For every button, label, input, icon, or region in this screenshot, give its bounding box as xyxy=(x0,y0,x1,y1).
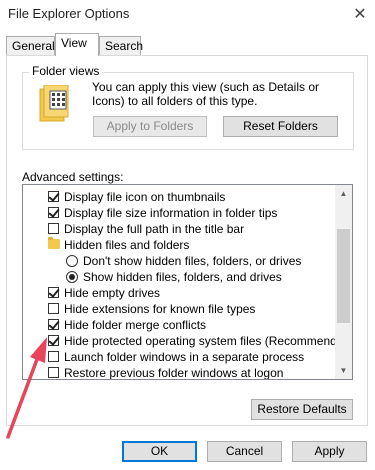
tab-general[interactable]: General xyxy=(6,36,55,55)
tab-view[interactable]: View xyxy=(55,33,99,56)
scroll-up-icon[interactable]: ▲ xyxy=(335,185,352,202)
advanced-settings-list[interactable]: Display file icon on thumbnails Display … xyxy=(22,184,353,380)
apply-button[interactable]: Apply xyxy=(292,441,367,462)
title-bar: File Explorer Options ✕ xyxy=(0,0,375,30)
reset-folders-button[interactable]: Reset Folders xyxy=(223,116,338,137)
checkbox-checked[interactable] xyxy=(48,207,59,218)
folder-views-legend: Folder views xyxy=(29,64,103,78)
radio-selected[interactable] xyxy=(66,271,78,283)
checkbox-checked[interactable] xyxy=(48,191,59,202)
checkbox-unchecked[interactable] xyxy=(48,303,59,314)
list-item-label: Hide protected operating system files (R… xyxy=(64,334,353,348)
checkbox-checked[interactable] xyxy=(48,319,59,330)
ok-button[interactable]: OK xyxy=(122,441,197,462)
scroll-down-icon[interactable]: ▼ xyxy=(335,362,352,379)
checkbox-checked[interactable] xyxy=(48,335,59,346)
apply-to-folders-button[interactable]: Apply to Folders xyxy=(93,116,207,137)
checkbox-checked[interactable] xyxy=(48,287,59,298)
list-item-label: Display the full path in the title bar xyxy=(64,222,245,236)
folder-views-description: You can apply this view (such as Details… xyxy=(92,80,320,108)
folder-icon xyxy=(48,237,60,249)
list-item-label: Launch folder windows in a separate proc… xyxy=(64,350,305,364)
checkbox-unchecked[interactable] xyxy=(48,351,59,362)
advanced-settings-label: Advanced settings: xyxy=(22,170,124,184)
list-item-label: Restore previous folder windows at logon xyxy=(64,366,284,380)
folder-views-icon xyxy=(39,85,69,122)
scroll-thumb[interactable] xyxy=(337,229,350,323)
list-item-label: Display file icon on thumbnails xyxy=(64,190,226,204)
list-item-label: Hidden files and folders xyxy=(64,238,190,252)
list-item-label: Hide empty drives xyxy=(64,286,161,300)
radio-unselected[interactable] xyxy=(66,255,78,267)
list-item-label: Hide extensions for known file types xyxy=(64,302,256,316)
list-item-label: Hide folder merge conflicts xyxy=(64,318,207,332)
checkbox-unchecked[interactable] xyxy=(48,367,59,378)
tab-search[interactable]: Search xyxy=(99,36,143,55)
vertical-scrollbar[interactable]: ▲ ▼ xyxy=(335,185,352,379)
cancel-button[interactable]: Cancel xyxy=(207,441,282,462)
list-item-label: Display file size information in folder … xyxy=(64,206,278,220)
checkbox-unchecked[interactable] xyxy=(48,223,59,234)
window-title: File Explorer Options xyxy=(8,6,130,21)
list-item-label: Don't show hidden files, folders, or dri… xyxy=(83,254,302,268)
close-icon[interactable]: ✕ xyxy=(350,4,370,24)
list-item-label: Show hidden files, folders, and drives xyxy=(83,270,282,284)
restore-defaults-button[interactable]: Restore Defaults xyxy=(251,399,353,420)
